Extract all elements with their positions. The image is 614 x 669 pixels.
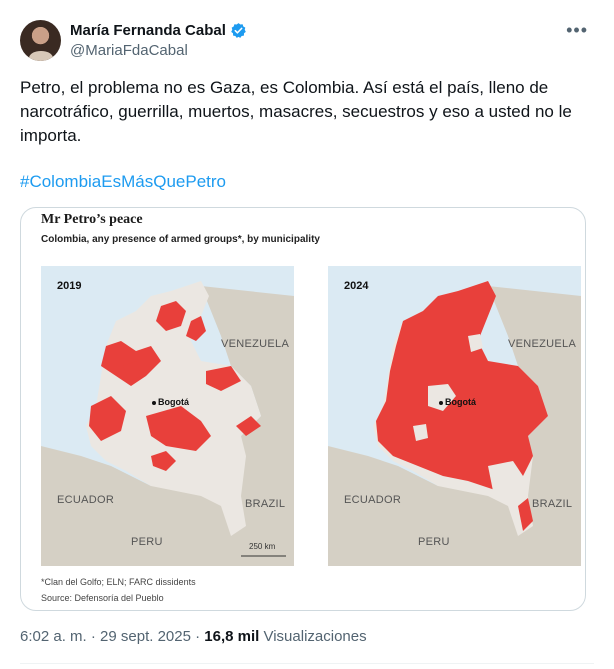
verified-badge-icon bbox=[231, 23, 246, 38]
venezuela-label: VENEZUELA bbox=[508, 338, 577, 350]
ecuador-label: ECUADOR bbox=[57, 494, 115, 506]
map-2019-graphic bbox=[41, 281, 294, 566]
tweet-text: Petro, el problema no es Gaza, es Colomb… bbox=[20, 78, 572, 145]
chart-title: Mr Petro’s peace bbox=[41, 212, 143, 227]
scale-label: 250 km bbox=[249, 542, 276, 551]
bogota-label: Bogotá bbox=[445, 397, 476, 407]
author-name[interactable]: María Fernanda Cabal bbox=[70, 22, 226, 39]
view-count: 16,8 mil bbox=[204, 628, 260, 645]
hashtag-link[interactable]: #ColombiaEsMásQuePetro bbox=[20, 172, 226, 192]
bogota-label: Bogotá bbox=[158, 397, 189, 407]
author-row: María Fernanda Cabal bbox=[70, 22, 247, 39]
tweet-meta: 6:02 a. m. · 29 sept. 2025 · 16,8 mil Vi… bbox=[20, 628, 367, 645]
map-2024-graphic bbox=[328, 281, 581, 566]
chart-source: Source: Defensoría del Pueblo bbox=[41, 593, 164, 603]
map-2019: 2019 VENEZUELA ECUADOR PERU BRAZIL Bogot… bbox=[41, 266, 294, 566]
brazil-label: BRAZIL bbox=[245, 498, 286, 510]
peru-label: PERU bbox=[131, 536, 163, 548]
peru-label: PERU bbox=[418, 536, 450, 548]
ecuador-label: ECUADOR bbox=[344, 494, 402, 506]
avatar[interactable] bbox=[20, 20, 61, 61]
chart-subtitle: Colombia, any presence of armed groups*,… bbox=[41, 234, 320, 245]
author-handle[interactable]: @MariaFdaCabal bbox=[70, 42, 188, 59]
tweet-media-image[interactable]: Mr Petro’s peace Colombia, any presence … bbox=[20, 207, 586, 611]
brazil-label: BRAZIL bbox=[532, 498, 573, 510]
map-2024: 2024 VENEZUELA ECUADOR PERU BRAZIL Bogot… bbox=[328, 266, 581, 566]
map-year-label: 2024 bbox=[344, 280, 369, 292]
more-options-icon[interactable]: ••• bbox=[566, 20, 588, 41]
tweet-timestamp[interactable]: 6:02 a. m. · 29 sept. 2025 · bbox=[20, 628, 204, 645]
divider bbox=[20, 663, 594, 664]
venezuela-label: VENEZUELA bbox=[221, 338, 290, 350]
views-label: Visualizaciones bbox=[259, 628, 367, 645]
chart-footnote: *Clan del Golfo; ELN; FARC dissidents bbox=[41, 577, 196, 587]
map-year-label: 2019 bbox=[57, 280, 82, 292]
